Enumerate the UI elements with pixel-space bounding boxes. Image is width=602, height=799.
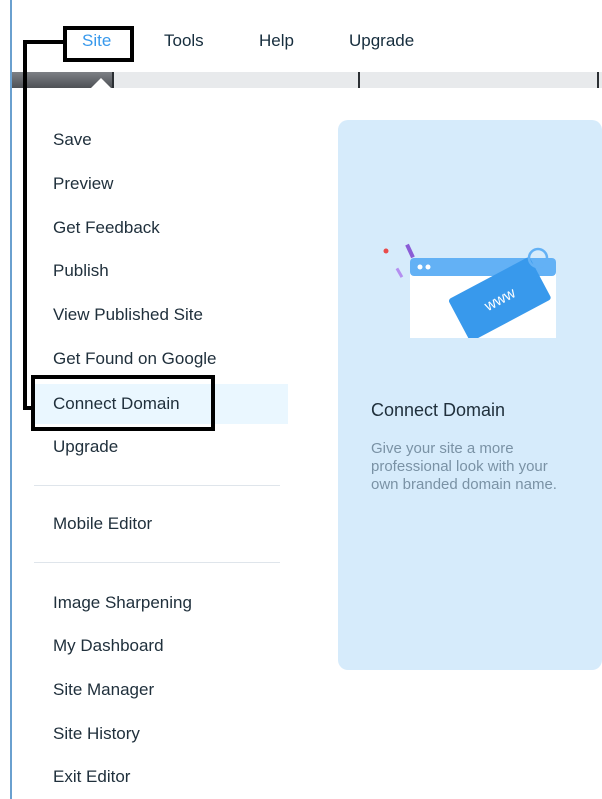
- confetti-icon: [395, 267, 404, 278]
- annotation-line: [23, 40, 27, 410]
- menu-divider: [34, 485, 280, 486]
- confetti-icon: [383, 248, 389, 254]
- dropdown-pointer: [90, 78, 112, 89]
- card-title: Connect Domain: [371, 400, 506, 420]
- connect-domain-preview-card: www Connect Domain Give your site a more…: [338, 120, 602, 670]
- menu-item-save[interactable]: Save: [32, 120, 288, 160]
- menu-item-site-manager[interactable]: Site Manager: [32, 670, 288, 710]
- annotation-line: [23, 406, 33, 410]
- site-dropdown-menu: Save Preview Get Feedback Publish View P…: [12, 78, 602, 799]
- ruler-tick: [358, 72, 360, 88]
- menu-item-upgrade[interactable]: Upgrade: [32, 427, 288, 467]
- menu-item-my-dashboard[interactable]: My Dashboard: [32, 626, 288, 666]
- card-description: Give your site a more professional look …: [371, 440, 557, 493]
- menu-item-image-sharpening[interactable]: Image Sharpening: [32, 583, 288, 623]
- annotation-box-site: [63, 26, 134, 62]
- top-menu-tools[interactable]: Tools: [164, 30, 204, 52]
- menu-item-view-published-site[interactable]: View Published Site: [32, 295, 288, 335]
- menu-item-site-history[interactable]: Site History: [32, 714, 288, 754]
- menu-item-mobile-editor[interactable]: Mobile Editor: [32, 504, 288, 544]
- ruler-tick: [597, 72, 599, 88]
- top-menu-upgrade[interactable]: Upgrade: [349, 30, 414, 52]
- menu-item-preview[interactable]: Preview: [32, 164, 288, 204]
- confetti-icon: [405, 243, 415, 259]
- menu-divider: [34, 562, 280, 563]
- annotation-box-connect-domain: [31, 375, 215, 431]
- domain-illustration-icon: www: [383, 243, 556, 338]
- top-menu-help[interactable]: Help: [259, 30, 294, 52]
- menu-item-exit-editor[interactable]: Exit Editor: [32, 757, 288, 797]
- menu-item-get-found-on-google[interactable]: Get Found on Google: [32, 339, 288, 379]
- menu-item-get-feedback[interactable]: Get Feedback: [32, 208, 288, 248]
- ruler-tick: [112, 72, 114, 88]
- menu-item-publish[interactable]: Publish: [32, 251, 288, 291]
- annotation-line: [23, 40, 65, 44]
